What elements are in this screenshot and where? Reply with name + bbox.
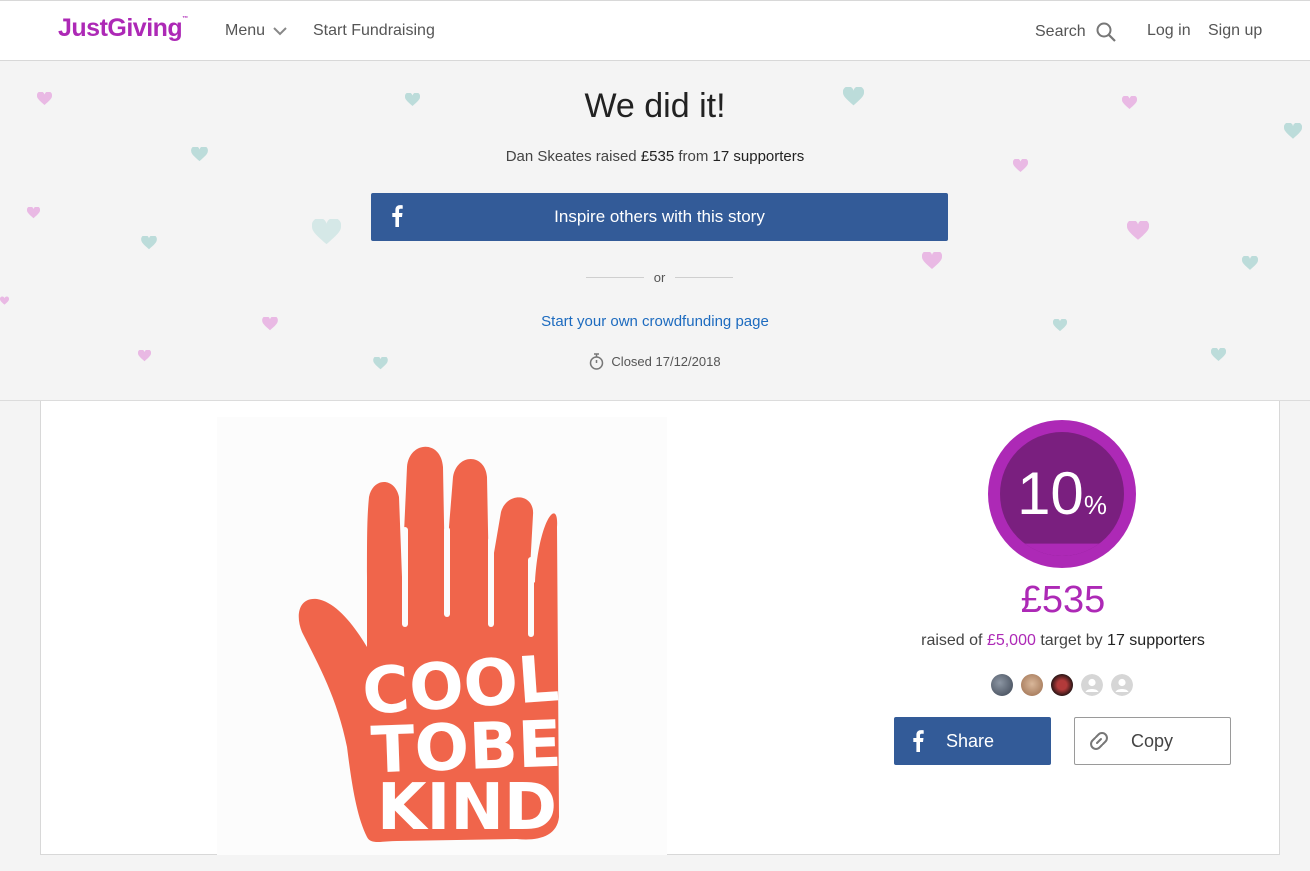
site-header: JustGiving™ Menu Start Fundraising Searc…	[0, 0, 1310, 61]
heart-icon	[1127, 221, 1149, 240]
campaign-card: COOL TOBE KIND 10% £535 raised of £5,000…	[40, 401, 1280, 855]
heart-icon	[922, 252, 942, 269]
avatar[interactable]	[1051, 674, 1073, 696]
facebook-share-button[interactable]: Share	[894, 717, 1051, 765]
justgiving-logo[interactable]: JustGiving™	[58, 14, 188, 43]
supporters-count: 17 supporters	[712, 148, 805, 165]
or-divider: or	[586, 269, 733, 285]
default-avatar-icon	[1081, 674, 1103, 696]
target-by-text: target by	[1040, 632, 1103, 649]
avatar[interactable]	[991, 674, 1013, 696]
heart-icon	[141, 236, 157, 250]
copy-link-button[interactable]: Copy	[1074, 717, 1231, 765]
facebook-icon	[392, 205, 403, 227]
percent-sign: %	[1083, 490, 1107, 520]
closed-date: Closed 17/12/2018	[611, 354, 721, 369]
heart-icon	[1242, 256, 1258, 270]
raised-summary: Dan Skeates raised £535 from 17 supporte…	[0, 148, 1310, 165]
start-crowdfunding-link[interactable]: Start your own crowdfunding page	[0, 313, 1310, 330]
divider-line	[586, 276, 644, 278]
avatar[interactable]	[1021, 674, 1043, 696]
from-word: from	[678, 148, 709, 165]
stopwatch-icon	[590, 353, 604, 370]
logo-text-kind: KIND	[377, 771, 557, 845]
share-label: Share	[946, 730, 995, 751]
chevron-down-icon	[273, 26, 287, 35]
search-label: Search	[1035, 23, 1086, 40]
divider-line	[675, 276, 733, 278]
target-amount: £5,000	[986, 632, 1036, 649]
page-title: We did it!	[584, 87, 726, 125]
heart-icon	[312, 219, 341, 245]
avatar[interactable]	[1111, 674, 1133, 696]
progress-percent: 10%	[988, 459, 1136, 528]
inspire-facebook-button[interactable]: Inspire others with this story	[371, 193, 948, 241]
menu-label: Menu	[225, 22, 266, 39]
cool-to-be-kind-hand-logo: COOL TOBE KIND	[298, 446, 563, 845]
login-link[interactable]: Log in	[1147, 22, 1191, 40]
heart-icon	[27, 207, 40, 219]
default-avatar-icon	[1111, 674, 1133, 696]
raised-amount-text: £535	[640, 148, 675, 165]
search-icon	[1096, 22, 1116, 42]
start-fundraising-link[interactable]: Start Fundraising	[313, 22, 435, 40]
fundraiser-name: Dan Skeates	[505, 148, 592, 165]
supporters-count: 17 supporters	[1107, 632, 1205, 649]
target-info: raised of £5,000 target by 17 supporters	[881, 632, 1245, 650]
menu-dropdown[interactable]: Menu	[225, 22, 287, 40]
search-button[interactable]: Search	[1035, 22, 1116, 42]
campaign-image: COOL TOBE KIND	[217, 417, 667, 855]
raised-word: raised	[595, 148, 637, 165]
signup-link[interactable]: Sign up	[1208, 22, 1262, 40]
percent-value: 10	[1017, 460, 1084, 527]
raised-amount: £535	[1020, 579, 1106, 621]
success-hero: We did it! Dan Skeates raised £535 from …	[0, 61, 1310, 401]
copy-label: Copy	[1131, 730, 1174, 751]
link-icon	[1090, 732, 1108, 750]
or-label: or	[653, 269, 666, 285]
avatar[interactable]	[1081, 674, 1103, 696]
inspire-label: Inspire others with this story	[554, 207, 765, 226]
raised-of-text: raised of	[921, 632, 983, 649]
closed-status: Closed 17/12/2018	[0, 353, 1310, 370]
facebook-icon	[913, 730, 924, 752]
heart-icon	[0, 296, 9, 305]
supporter-avatars	[991, 674, 1133, 696]
